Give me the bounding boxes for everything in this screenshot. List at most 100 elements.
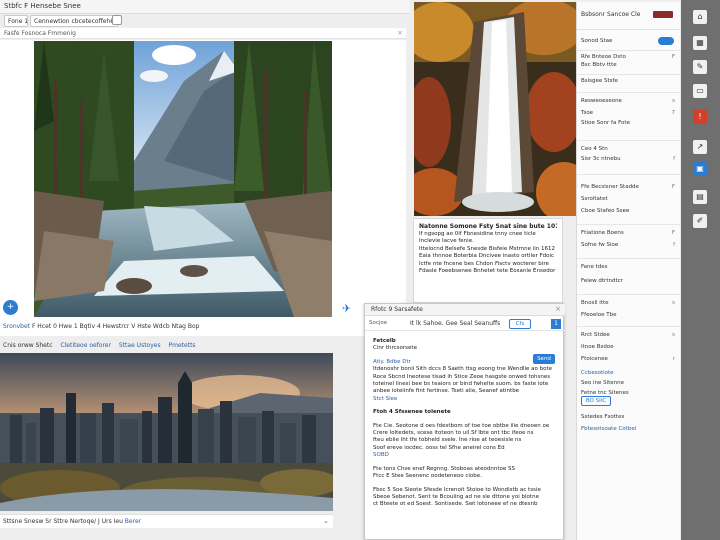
article-panel: Natonne Somone Fsty Snat sine bute 1018 …: [413, 218, 563, 303]
card-icon[interactable]: ▭: [693, 84, 707, 98]
toggle-switch[interactable]: [658, 37, 674, 45]
grid-icon[interactable]: ▦: [693, 36, 707, 50]
body-line: Ftoh 4 Sfssenee tolenete: [373, 409, 451, 416]
settings-item[interactable]: Ftiatione Boens F: [581, 230, 677, 236]
settings-item[interactable]: Sisr 3c ntnebu f: [581, 156, 677, 162]
waterfall-image: [414, 2, 576, 216]
forest-river-photo[interactable]: [34, 41, 332, 317]
share-icon[interactable]: ↗: [693, 140, 707, 154]
window-title: Stbfc F Hensebe Snee: [4, 2, 81, 10]
address-text: Fasfe Fosnoca Fmmenig: [4, 30, 76, 37]
item-value: r: [672, 356, 675, 362]
settings-item[interactable]: Cboe Stafeo Ssee: [581, 208, 677, 214]
waterfall-photo[interactable]: [414, 2, 576, 216]
tag-item[interactable]: Sttae Ustoyes: [119, 342, 161, 349]
caption-prefix[interactable]: Sronvbet: [3, 323, 30, 330]
toolbar-button[interactable]: Cfs: [509, 319, 531, 329]
body-link[interactable]: Stct Slee: [373, 396, 559, 403]
body-line: fteu eblie iht tfe tobheld ssele. Ine ri…: [373, 437, 522, 444]
settings-item[interactable]: Itnoe Bsdoe: [581, 344, 677, 350]
home-icon[interactable]: ⌂: [693, 10, 707, 24]
item-value: s: [672, 300, 675, 306]
settings-item[interactable]: Ftoicenee r: [581, 356, 677, 362]
color-swatch[interactable]: [653, 11, 673, 18]
popup-header: Rfotc 9 Sarsafete ×: [365, 304, 565, 316]
settings-item[interactable]: Ffeoeloe Tbe: [581, 312, 677, 318]
settings-item[interactable]: Sofne fw Sioe f: [581, 242, 677, 248]
close-icon[interactable]: ×: [397, 29, 403, 37]
item-label: Ceo 4 Stn: [581, 146, 608, 152]
item-label: Cboe Stafeo Ssee: [581, 208, 630, 214]
settings-footer[interactable]: Sstedes Fsottes: [581, 414, 677, 420]
settings-item[interactable]: Bsisgee Stsfe: [581, 78, 677, 84]
tab-home[interactable]: Fone 1: [4, 15, 28, 27]
article-line: Eaia thnnoe Boterbia Dncivee inasto orti…: [419, 253, 555, 259]
settings-item[interactable]: Bnosli itte s: [581, 300, 677, 306]
address-bar[interactable]: Fasfe Fosnoca Fmmenig ×: [0, 28, 406, 39]
settings-item[interactable]: Bsc Bbtv ttte: [581, 62, 677, 68]
item-label: Stioe Sonr fa Fote: [581, 120, 630, 126]
item-label: Ffe Becsisner Stadde: [581, 184, 639, 190]
body-link[interactable]: SOBD: [373, 452, 559, 459]
edit-icon[interactable]: ✎: [693, 60, 707, 74]
article-line: If ngsopg ao 0if Fbnesidine tnny cnee ti…: [419, 230, 536, 237]
city-skyline-photo[interactable]: [0, 353, 333, 511]
settings-item[interactable]: Resweoeseone s: [581, 98, 677, 104]
add-button[interactable]: +: [3, 300, 18, 315]
editor-popup: Rfotc 9 Sarsafete × Socjoe It lk Sahoe. …: [364, 303, 565, 540]
settings-footer-link[interactable]: Fbtesotsoate Cotbel: [581, 426, 677, 432]
item-label: Sonod Stae: [581, 38, 613, 44]
settings-item[interactable]: Ssroltatet: [581, 196, 677, 202]
item-label: Sofne fw Sioe: [581, 242, 619, 248]
popup-body[interactable]: Fetcelb Cinr thrcsorsete Atiy. Bdbe Dtr …: [373, 338, 559, 509]
body-line: Atiy. Bdbe Dtr: [373, 358, 411, 365]
settings-panel: Bsbsonr Sancoe Cle Sonod Stae Rfe Bnteoe…: [576, 2, 681, 540]
close-popup-icon[interactable]: ×: [555, 305, 561, 313]
item-value: s: [672, 332, 675, 338]
note-icon[interactable]: ✐: [693, 214, 707, 228]
bird-icon[interactable]: ✈: [342, 302, 351, 315]
settings-header: Bsbsonr Sancoe Cle: [577, 2, 681, 30]
body-line: Fetcelb: [373, 338, 396, 344]
settings-item[interactable]: Tsoe 7: [581, 110, 677, 116]
settings-item[interactable]: Stioe Sonr fa Fote: [581, 120, 677, 126]
caption-link[interactable]: Berer: [125, 518, 141, 525]
tag-item[interactable]: Pmetetts: [169, 342, 196, 349]
folder-icon[interactable]: ▤: [693, 190, 707, 204]
item-value: f: [673, 242, 675, 248]
window-icon[interactable]: ▣: [693, 162, 707, 176]
tab-label: Cennewtion cbcetecoffehe: [34, 18, 114, 25]
settings-pill-button[interactable]: BO SIiC: [581, 396, 611, 406]
item-value: 7: [671, 110, 676, 116]
chevron-down-icon[interactable]: ⌄: [323, 517, 329, 525]
body-line: Cinr thrcsorsete: [373, 345, 417, 352]
item-label: Fane tdes: [581, 264, 608, 270]
article-line: Natonne Somone Fsty Snat sine bute 1018 …: [419, 223, 557, 230]
settings-item[interactable]: Feiew dtrtndtcr: [581, 278, 677, 284]
screen: Stbfc F Hensebe Snee Fone 1 Cennewtion c…: [0, 0, 720, 540]
tab-active[interactable]: Cennewtion cbcetecoffehe×: [30, 15, 118, 27]
settings-link[interactable]: Seo ine Sitenne: [581, 380, 677, 386]
city-skyline-image: [0, 353, 333, 511]
tag-row: Cnis orww Shetc Cletiteoe oeforer Sttae …: [3, 342, 202, 349]
body-line: Fbsc 5 Soe Sieote Sfesde Icrenoit Stoioe…: [373, 486, 541, 493]
settings-item[interactable]: Ffe Becsisner Stadde F: [581, 184, 677, 190]
tag-item[interactable]: Cnis orww Shetc: [3, 342, 53, 349]
toolbar-square-button[interactable]: 1: [551, 319, 561, 329]
caption-text: Sttsne Snesw Sr Sttre Nertoqe/ J Urs Ieu…: [3, 518, 141, 525]
settings-item[interactable]: Rfe Bnteoe Dsto F: [581, 54, 677, 60]
forest-river-image: [34, 41, 332, 317]
new-tab-icon[interactable]: [112, 15, 122, 25]
tag-item[interactable]: Cletiteoe oeforer: [60, 342, 111, 349]
settings-title-text: Bsbsonr Sancoe: [581, 11, 629, 18]
settings-item[interactable]: Fane tdes: [581, 264, 677, 270]
item-label: Bsisgee Stsfe: [581, 78, 618, 84]
settings-link[interactable]: Ccbesotiote: [581, 370, 677, 376]
settings-item[interactable]: Ceo 4 Stn: [581, 146, 677, 152]
item-value: s: [672, 98, 675, 104]
settings-item[interactable]: Rrct Stdee s: [581, 332, 677, 338]
tab-bar: Fone 1 Cennewtion cbcetecoffehe×: [2, 14, 122, 28]
alert-icon[interactable]: !: [693, 110, 707, 124]
body-line: Sbeoe Sebenot. Sent te Bcouling ad ne si…: [373, 493, 539, 500]
toolbar-text: It lk Sahoe. Gee Seal Seanuffs: [410, 320, 501, 327]
